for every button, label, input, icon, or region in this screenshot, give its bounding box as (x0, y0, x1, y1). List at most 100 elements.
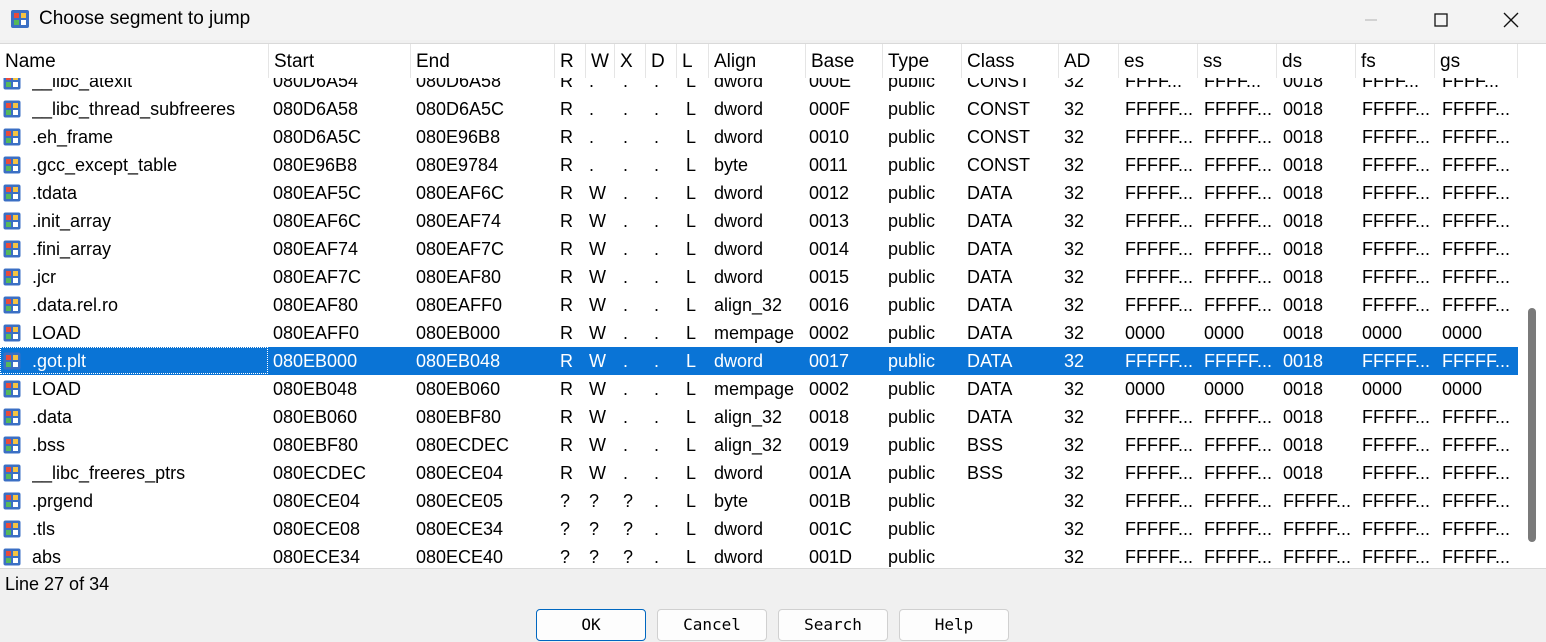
cell-class: DATA (967, 183, 1013, 203)
column-header-name[interactable]: Name (0, 44, 269, 78)
table-row[interactable]: LOAD 080EB048 080EB060 R W.. Lmempage 0002 publ… (0, 375, 1518, 403)
cell-d: . (654, 183, 660, 203)
table-row[interactable]: .tdata 080EAF5C 080EAF6C R W.. Ldword 0012 publ… (0, 179, 1518, 207)
cell-gs: FFFFF... (1442, 519, 1510, 539)
cell-base: 0002 (809, 323, 850, 343)
cell-d: . (654, 407, 660, 427)
cell-end: 080ECE05 (416, 491, 504, 511)
table-row[interactable]: .init_array 080EAF6C 080EAF74 R W.. Ldword 001… (0, 207, 1518, 235)
column-header: Name Start End R W X D L Align Base Type Class AD es s… (0, 44, 1518, 78)
cell-align: mempage (714, 323, 795, 343)
scrollbar-thumb[interactable] (1528, 308, 1536, 542)
column-header-start[interactable]: Start (269, 44, 411, 78)
table-row[interactable]: .jcr 080EAF7C 080EAF80 R W.. Ldword 0015 public… (0, 263, 1518, 291)
cell-es: FFFFF... (1125, 463, 1193, 483)
column-header-l[interactable]: L (677, 44, 709, 78)
cell-gs: FFFFF... (1442, 491, 1510, 511)
cell-fs: FFFFF... (1362, 407, 1430, 427)
cell-fs: FFFFF... (1362, 463, 1430, 483)
column-header-d[interactable]: D (646, 44, 677, 78)
cell-base: 0010 (809, 127, 850, 147)
column-header-r[interactable]: R (555, 44, 586, 78)
cell-d: . (654, 155, 660, 175)
title-bar: Choose segment to jump (0, 0, 1546, 40)
cell-align: dword (714, 351, 764, 371)
table-row[interactable]: .data 080EB060 080EBF80 R W.. Lalign_32 0018 pu… (0, 403, 1518, 431)
segment-list[interactable]: Name Start End R W X D L Align Base Type Class AD es s… (0, 43, 1546, 569)
cell-base: 001A (809, 463, 852, 483)
cell-l: L (686, 435, 697, 455)
table-row[interactable]: .data.rel.ro 080EAF80 080EAFF0 R W.. Lalign_3… (0, 291, 1518, 319)
table-row[interactable]: abs 080ECE34 080ECE40???. Ldword 001D public 3… (0, 543, 1518, 568)
segment-icon (3, 548, 21, 566)
table-row[interactable]: __libc_freeres_ptrs 080ECDEC 080ECE04 R W.. L… (0, 459, 1518, 487)
segment-icon (3, 156, 21, 174)
cell-ds: 0018 (1283, 323, 1324, 343)
table-row[interactable]: .tls 080ECE08 080ECE34???. Ldword 001C public… (0, 515, 1518, 543)
table-row[interactable]: .eh_frame 080D6A5C 080E96B8 R... Ldword 0010 p… (0, 123, 1518, 151)
cell-fs: FFFFF... (1362, 351, 1430, 371)
cell-base: 001B (809, 491, 852, 511)
cell-r: R (560, 463, 573, 483)
cell-gs: FFFFF... (1442, 547, 1510, 567)
maximize-button[interactable] (1406, 0, 1476, 40)
column-header-es[interactable]: es (1119, 44, 1198, 78)
ok-button[interactable]: OK (536, 609, 646, 641)
table-row[interactable]: .bss 080EBF80 080ECDEC R W.. Lalign_32 0019 pub… (0, 431, 1518, 459)
cell-start: 080D6A58 (273, 99, 359, 119)
cell-es: FFFFF... (1125, 519, 1193, 539)
cell-x: . (623, 155, 629, 175)
cell-l: L (686, 183, 697, 203)
cell-r: R (560, 295, 573, 315)
table-row[interactable]: .fini_array 080EAF74 080EAF7C R W.. Ldword 001… (0, 235, 1518, 263)
cell-name: .tls (32, 519, 56, 539)
table-row[interactable]: .prgend 080ECE04 080ECE05???. Lbyte 001B publ… (0, 487, 1518, 515)
help-button[interactable]: Help (899, 609, 1009, 641)
cell-x: . (623, 99, 629, 119)
segment-icon (3, 268, 21, 286)
cell-name: __libc_freeres_ptrs (32, 463, 186, 483)
cell-ss: FFFFF... (1204, 463, 1272, 483)
table-row[interactable]: __libc_thread_subfreeres 080D6A58 080D6A5C… (0, 95, 1518, 123)
vertical-scrollbar[interactable] (1519, 44, 1546, 568)
cell-name: .gcc_except_table (32, 155, 178, 175)
search-button[interactable]: Search (778, 609, 888, 641)
close-button[interactable] (1476, 0, 1546, 40)
cell-r: ? (560, 547, 571, 567)
column-header-base[interactable]: Base (806, 44, 883, 78)
cell-w: W (589, 379, 606, 399)
cell-ds: 0018 (1283, 155, 1324, 175)
column-header-gs[interactable]: gs (1435, 44, 1518, 78)
cancel-button[interactable]: Cancel (657, 609, 767, 641)
column-header-w[interactable]: W (586, 44, 615, 78)
cell-end: 080ECDEC (416, 435, 510, 455)
column-header-x[interactable]: X (615, 44, 646, 78)
column-header-type[interactable]: Type (883, 44, 962, 78)
column-header-ds[interactable]: ds (1277, 44, 1356, 78)
column-header-ss[interactable]: ss (1198, 44, 1277, 78)
cell-class: DATA (967, 295, 1013, 315)
column-header-class[interactable]: Class (962, 44, 1059, 78)
cell-ds: 0018 (1283, 267, 1324, 287)
cell-ss: FFFFF... (1204, 155, 1272, 175)
cell-type: public (888, 155, 936, 175)
cell-class: BSS (967, 435, 1004, 455)
cell-end: 080EBF80 (416, 407, 502, 427)
column-header-ad[interactable]: AD (1059, 44, 1119, 78)
minimize-button[interactable] (1336, 0, 1406, 40)
column-header-align[interactable]: Align (709, 44, 806, 78)
cell-align: align_32 (714, 435, 783, 455)
cell-class: CONST (967, 127, 1030, 147)
table-row[interactable]: .got.plt 080EB000 080EB048 R W.. Ldword 0017 pu… (0, 347, 1518, 375)
column-header-fs[interactable]: fs (1356, 44, 1435, 78)
cell-ds: 0018 (1283, 127, 1324, 147)
table-row[interactable]: .gcc_except_table 080E96B8 080E9784 R... Lby… (0, 151, 1518, 179)
table-row[interactable]: LOAD 080EAFF0 080EB000 R W.. Lmempage 0002 publ… (0, 319, 1518, 347)
column-header-end[interactable]: End (411, 44, 555, 78)
cell-end: 080D6A5C (416, 99, 505, 119)
cell-start: 080ECE34 (273, 547, 361, 567)
cell-type: public (888, 463, 936, 483)
cell-r: R (560, 127, 573, 147)
cell-w: W (589, 183, 606, 203)
cell-r: R (560, 211, 573, 231)
